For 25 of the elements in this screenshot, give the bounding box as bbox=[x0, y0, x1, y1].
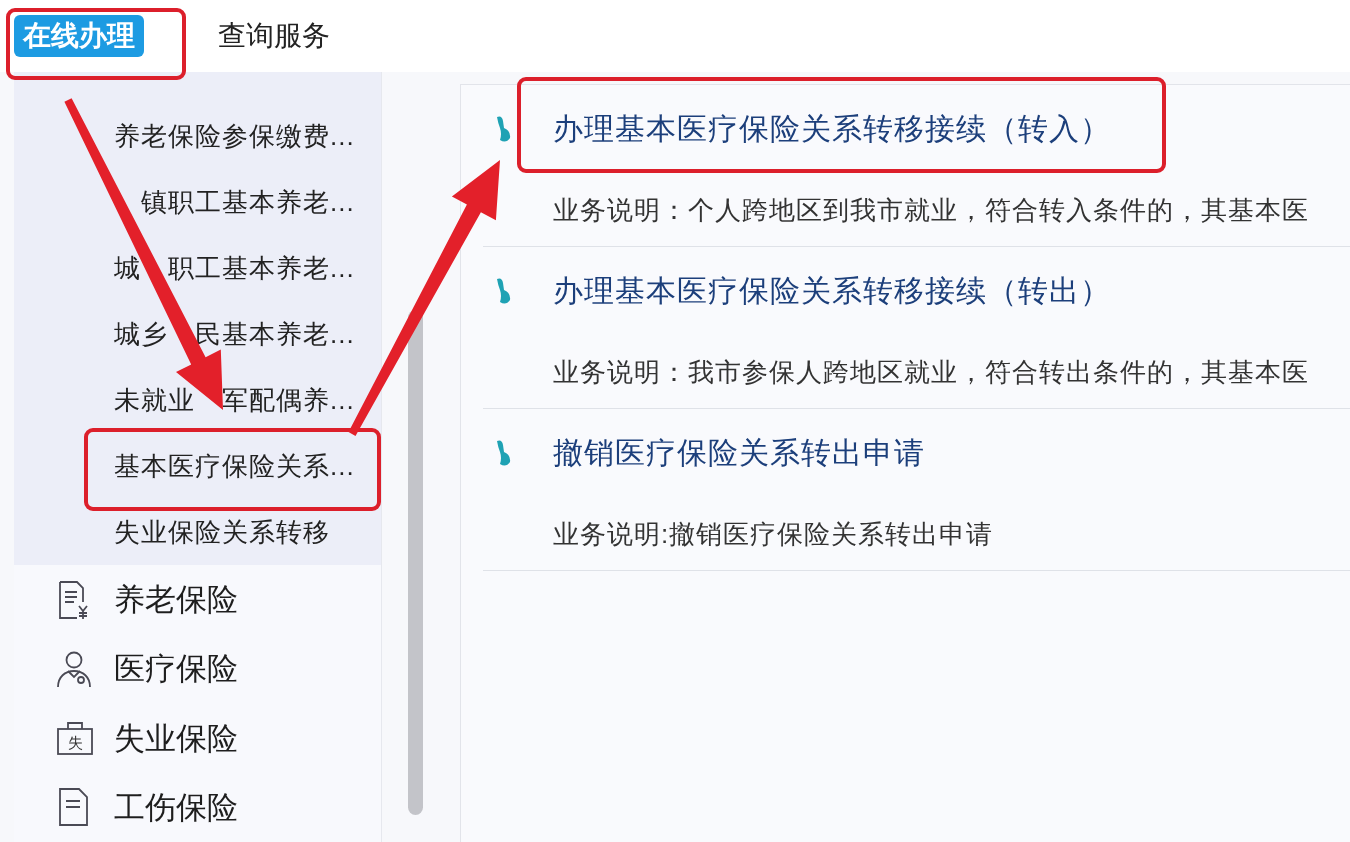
menu-item[interactable]: 养老保险 bbox=[114, 584, 238, 616]
person-icon bbox=[56, 649, 94, 688]
submenu-label[interactable]: 城乡 bbox=[114, 321, 168, 347]
submenu-label[interactable]: 未就业 bbox=[114, 387, 195, 413]
service-description: 业务说明：我市参保人跨地区就业，符合转出条件的，其基本医 bbox=[553, 358, 1309, 385]
submenu-label[interactable]: 职工基本养老... bbox=[168, 255, 355, 281]
menu-item[interactable]: 失业保险 bbox=[114, 722, 238, 754]
submenu-label[interactable]: 失业保险关系转移 bbox=[114, 519, 330, 545]
service-title[interactable]: 办理基本医疗保险关系转移接续（转出） bbox=[553, 276, 1111, 306]
tab[interactable]: 查询服务 bbox=[209, 15, 339, 57]
service-description: 业务说明：个人跨地区到我市就业，符合转入条件的，其基本医 bbox=[553, 196, 1309, 223]
submenu-label[interactable]: 基本医疗保险关系... bbox=[114, 453, 355, 479]
submenu-label[interactable]: 城 bbox=[114, 255, 141, 281]
service-title[interactable]: 办理基本医疗保险关系转移接续（转入） bbox=[553, 114, 1111, 144]
submenu-label[interactable]: 镇职工基本养老... bbox=[141, 189, 355, 215]
submenu-label[interactable]: 养老保险参保缴费... bbox=[114, 123, 355, 149]
submenu-label[interactable]: 军配偶养... bbox=[222, 387, 355, 413]
marker-icon bbox=[495, 439, 513, 467]
marker-icon bbox=[495, 115, 513, 143]
menu-item[interactable]: 医疗保险 bbox=[114, 653, 238, 685]
service-title[interactable]: 撤销医疗保险关系转出申请 bbox=[553, 438, 925, 468]
menu-item[interactable]: 工伤保险 bbox=[114, 791, 238, 823]
marker-icon bbox=[495, 277, 513, 305]
submenu-label[interactable]: 民基本养老... bbox=[195, 321, 355, 347]
service-description: 业务说明:撤销医疗保险关系转出申请 bbox=[553, 520, 994, 547]
